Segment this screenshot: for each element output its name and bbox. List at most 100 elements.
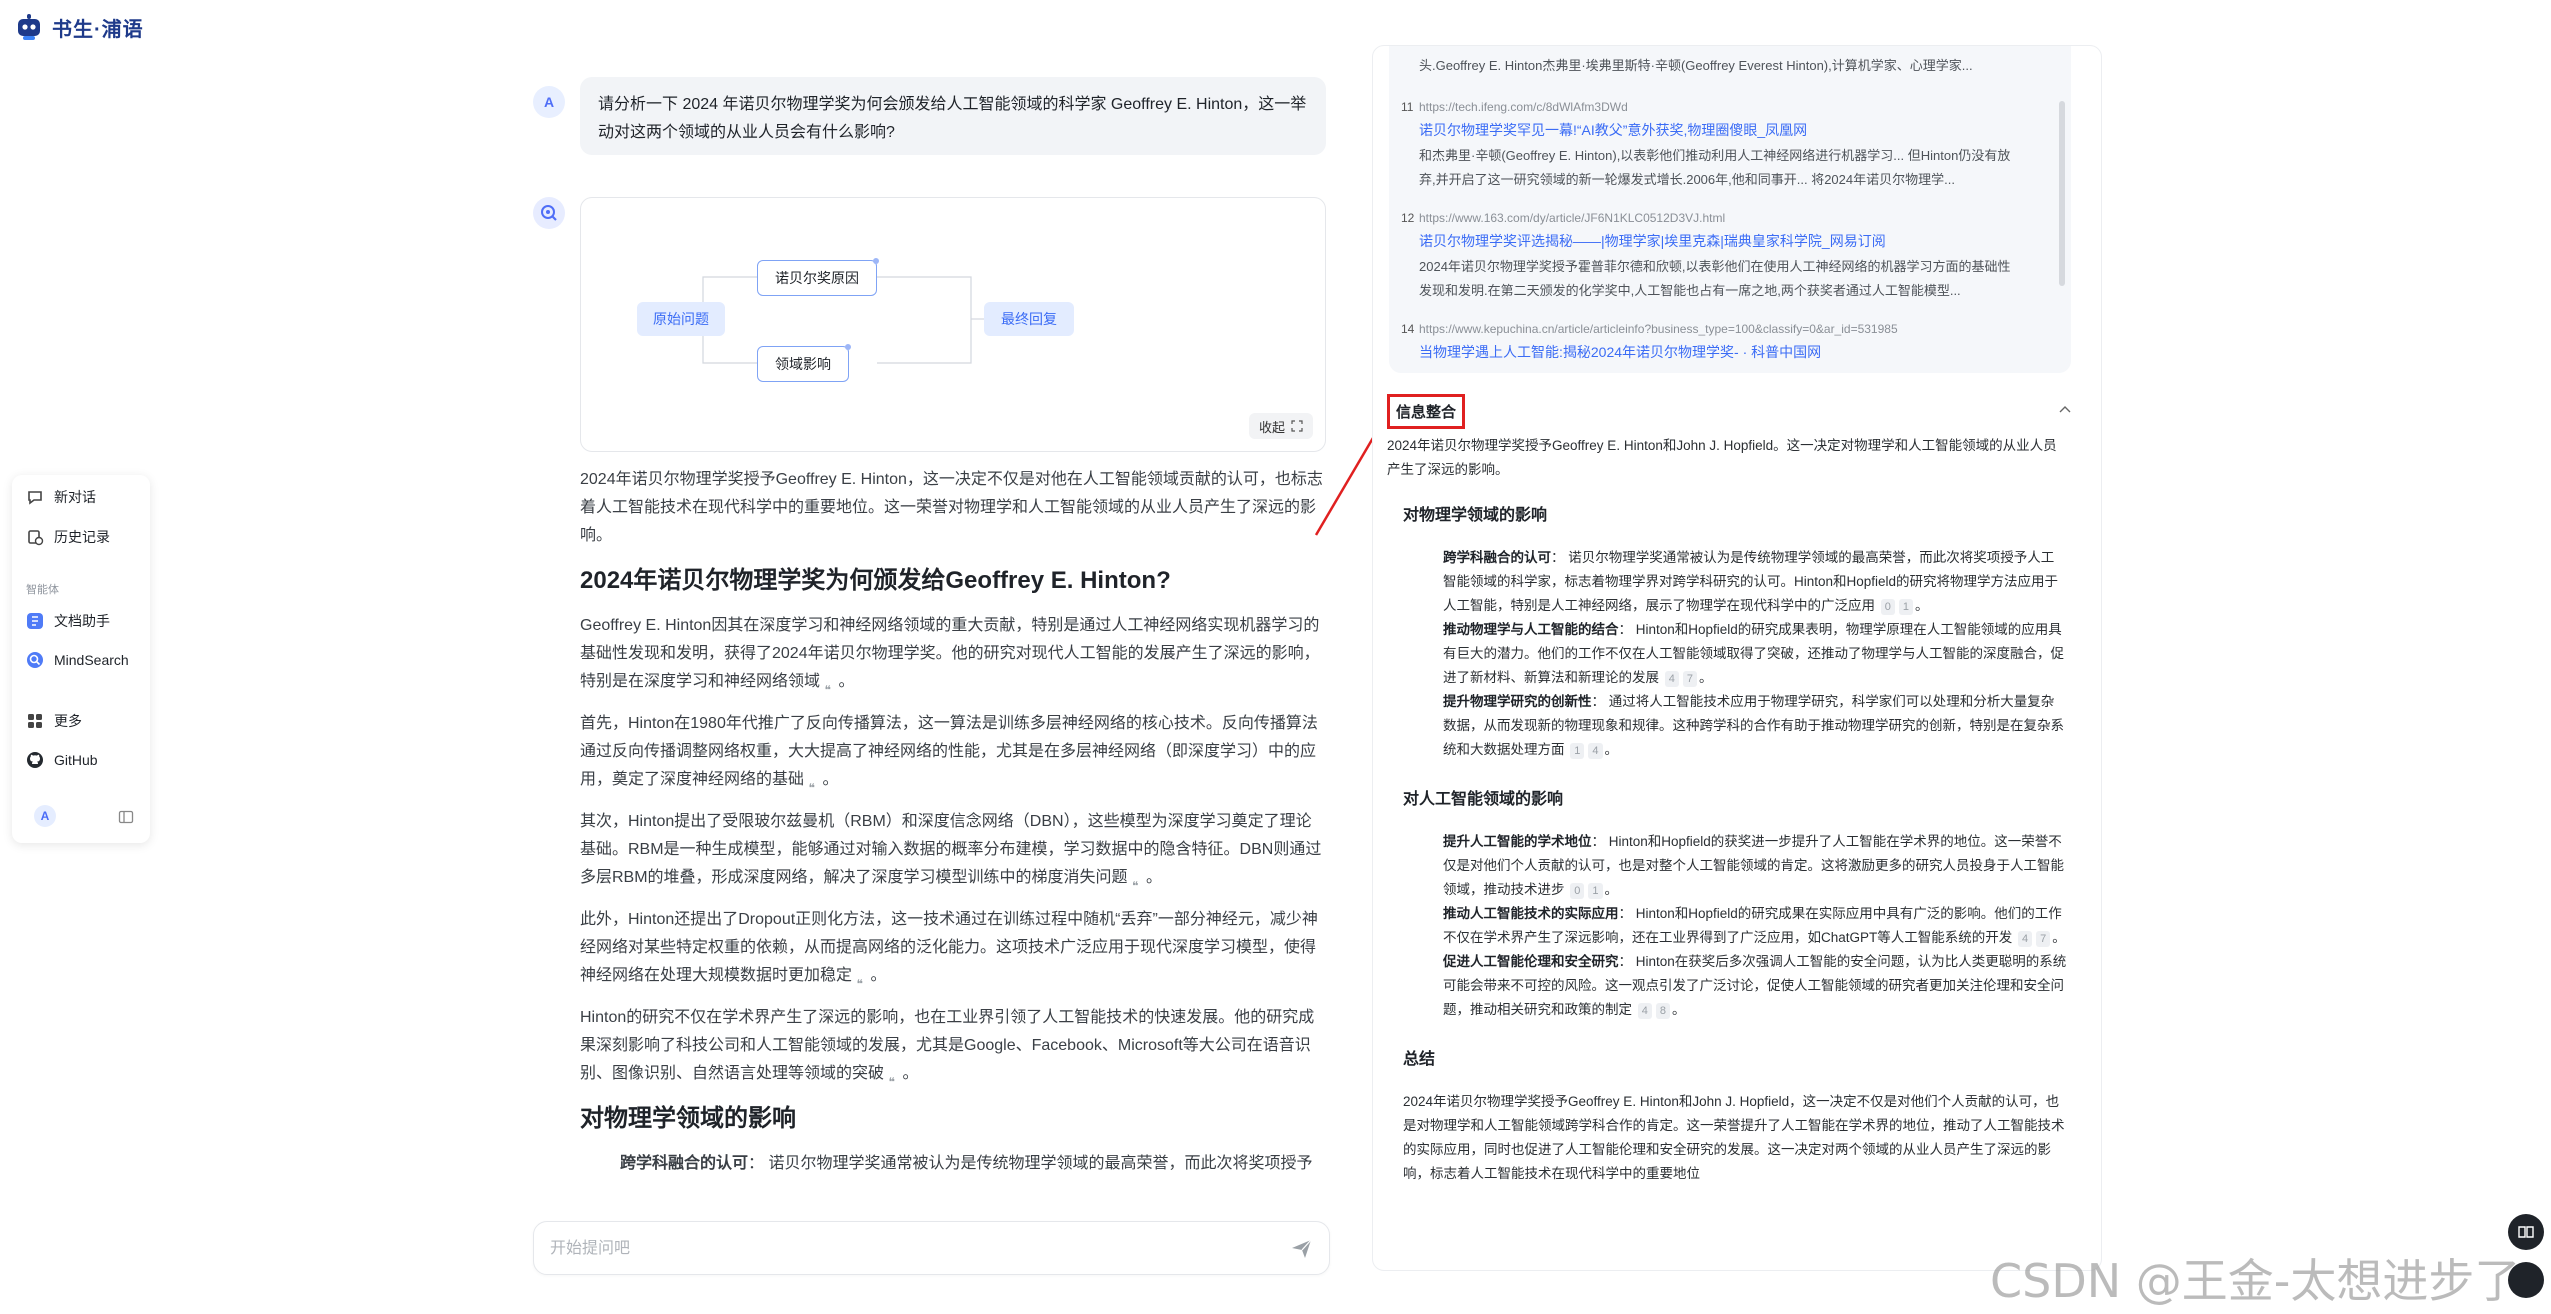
sidebar-item-mindsearch[interactable]: MindSearch [26,651,129,669]
citation-badge[interactable]: 7 [1682,671,1698,687]
source-url: https://tech.ifeng.com/c/8dWlAfm3DWd [1419,100,1628,114]
source-snippet: 和杰弗里·辛顿(Geoffrey E. Hinton),以表彰他们推动利用人工神… [1419,148,2011,187]
citation-badge[interactable]: 1 [1898,599,1914,615]
book-icon [2518,1226,2534,1238]
mindsearch-icon [541,205,557,221]
citation-badge[interactable]: 4 [2018,931,2033,947]
answer-paragraph: 其次，Hinton提出了受限玻尔兹曼机（RBM）和深度信念网络（DBN），这些模… [580,813,1322,893]
integration-section-title: 对人工智能领域的影响 [1403,791,1564,808]
collapse-sidebar-icon[interactable] [118,809,134,825]
quote-citation-icon[interactable]: ❝ [888,1068,902,1089]
quote-citation-icon[interactable]: ❝ [1132,872,1146,893]
sources-list: 头.Geoffrey E. Hinton杰弗里·埃弗里斯特·辛顿(Geoffre… [1389,46,2071,373]
collapse-label: 收起 [1258,419,1285,435]
graph-node-origin[interactable]: 原始问题 [637,302,725,336]
bullet-text: ： 诺贝尔物理学奖通常被认为是传统物理学领域的最高荣誉，而此次将奖项授予 [748,1155,1313,1172]
quote-citation-icon[interactable]: ❝ [856,970,870,991]
user-avatar: A [533,86,565,118]
assistant-avatar [533,197,565,229]
item-label: 提升人工智能的学术地位 [1443,834,1592,849]
citation-badge[interactable]: 0 [1880,599,1895,615]
sidebar-label: 文档助手 [54,613,110,629]
collapse-graph-button[interactable]: 收起 [1248,413,1313,439]
node-label: 诺贝尔奖原因 [775,270,859,286]
history-icon [28,530,44,546]
chat-input-bar [533,1221,1330,1275]
quote-citation-icon[interactable]: ❝ [808,774,822,795]
assistant-answer: 2024年诺贝尔物理学奖授予Geoffrey E. Hinton，这一决定不仅是… [580,466,1326,1178]
citation-badge[interactable]: 4 [1588,743,1603,759]
bullet-label: 跨学科融合的认可 [620,1155,749,1172]
sidebar-item-more[interactable]: 更多 [26,711,82,731]
chat-input[interactable] [548,1234,1252,1264]
citation-badge[interactable]: 4 [1637,1003,1652,1019]
graph-node-final[interactable]: 最终回复 [984,302,1074,336]
citation-badge[interactable]: 8 [1655,1003,1671,1019]
item-label: 推动物理学与人工智能的结合 [1443,622,1619,637]
sidebar-label: 新对话 [54,489,96,505]
integration-item: 推动人工智能技术的实际应用： Hinton和Hopfield的研究成果在实际应用… [1443,906,2066,947]
citation-badge[interactable]: 1 [1588,883,1603,899]
integration-intro: 2024年诺贝尔物理学奖授予Geoffrey E. Hinton和John J.… [1387,438,2057,477]
expand-icon [1291,420,1303,432]
sidebar-label: 更多 [54,713,82,729]
node-label: 最终回复 [1001,311,1057,327]
node-label: 领域影响 [775,356,831,372]
sidebar-label: GitHub [54,752,98,768]
sidebar-item-new-chat[interactable]: 新对话 [26,487,96,507]
sidebar-item-history[interactable]: 历史记录 [26,527,110,547]
source-snippet: 2024年诺贝尔物理学奖授予霍普菲尔德和欣顿,以表彰他们在使用人工神经网络的机器… [1419,259,2011,298]
source-number: 11 [1401,100,1414,114]
integration-section-title: 总结 [1403,1051,1436,1068]
node-label: 原始问题 [653,311,709,327]
info-integration-heading: 信息整合 [1387,394,1466,429]
chevron-up-icon[interactable] [2059,404,2071,416]
chat-bubble-icon [28,491,42,505]
logo-text: 书生·浦语 [52,18,144,41]
sidebar-item-doc-assistant[interactable]: 文档助手 [26,611,110,631]
item-label: 推动人工智能技术的实际应用 [1443,906,1619,921]
grid-icon [28,714,42,728]
left-sidebar: 新对话 历史记录 智能体 文档助手 MindSearch 更多 GitHub A [12,475,150,843]
integration-item: 提升人工智能的学术地位： Hinton和Hopfield的获奖进一步提升了人工智… [1443,834,2064,899]
paragraph-text: Geoffrey E. Hinton因其在深度学习和神经网络领域的重大贡献，特别… [580,617,1320,690]
citation-badge[interactable]: 7 [2036,931,2051,947]
answer-heading-2: 对物理学领域的影响 [580,1105,796,1132]
item-label: 促进人工智能伦理和安全研究 [1443,954,1619,969]
sources-scrollbar[interactable] [2059,101,2065,286]
citation-badge[interactable]: 1 [1570,743,1585,759]
source-title-link[interactable]: 诺贝尔物理学奖评选揭秘——|物理学家|埃里克森|瑞典皇家科学院_网易订阅 [1419,231,1886,251]
node-status-dot [845,344,851,350]
sidebar-label: 历史记录 [54,529,110,545]
paragraph-text: 其次，Hinton提出了受限玻尔兹曼机（RBM）和深度信念网络（DBN），这些模… [580,813,1322,886]
answer-heading-1: 2024年诺贝尔物理学奖为何颁发给Geoffrey E. Hinton? [580,567,1171,594]
citation-badge[interactable]: 4 [1664,671,1679,687]
user-avatar-small[interactable]: A [34,805,56,827]
source-title-link[interactable]: 诺贝尔物理学奖罕见一幕!“AI教父”意外获奖,物理圈傻眼_凤凰网 [1419,120,1807,140]
sidebar-label: MindSearch [54,652,129,668]
answer-paragraph: 此外，Hinton还提出了Dropout正则化方法，这一技术通过在训练过程中随机… [580,911,1318,991]
citation-badge[interactable]: 0 [1570,883,1585,899]
sidebar-item-github[interactable]: GitHub [26,751,98,769]
source-number: 14 [1401,322,1415,336]
paragraph-text: 此外，Hinton还提出了Dropout正则化方法，这一技术通过在训练过程中随机… [580,911,1318,984]
send-icon[interactable] [1289,1236,1315,1262]
graph-node-reason[interactable]: 诺贝尔奖原因 [757,258,879,296]
search-result-panel: 头.Geoffrey E. Hinton杰弗里·埃弗里斯特·辛顿(Geoffre… [1372,45,2102,1271]
source-title-link[interactable]: 当物理学遇上人工智能:揭秘2024年诺贝尔物理学奖- · 科普中国网 [1419,342,1821,362]
integration-item: 促进人工智能伦理和安全研究： Hinton在获奖后多次强调人工智能的安全问题，认… [1443,954,2067,1019]
integration-summary: 2024年诺贝尔物理学奖授予Geoffrey E. Hinton和John J.… [1403,1094,2065,1181]
source-number: 12 [1401,211,1415,225]
robot-logo-icon [18,14,40,40]
app-logo[interactable]: 书生·浦语 [14,12,144,42]
answer-paragraph: 首先，Hinton在1980年代推广了反向传播算法，这一算法是训练多层神经网络的… [580,715,1318,795]
sidebar-section-agents: 智能体 [26,584,59,596]
answer-paragraph: Hinton的研究不仅在学术界产生了深远的影响，也在工业界引领了人工智能技术的快… [580,1009,1315,1089]
mindsearch-icon [27,652,43,668]
answer-paragraph: Geoffrey E. Hinton因其在深度学习和神经网络领域的重大贡献，特别… [580,617,1320,697]
integration-content: 2024年诺贝尔物理学奖授予Geoffrey E. Hinton和John J.… [1387,434,2067,1186]
graph-node-impact[interactable]: 领域影响 [757,344,851,382]
paragraph-text: 首先，Hinton在1980年代推广了反向传播算法，这一算法是训练多层神经网络的… [580,715,1318,788]
search-graph-card: 原始问题 诺贝尔奖原因 领域影响 最终回复 收起 [580,197,1326,452]
quote-citation-icon[interactable]: ❝ [824,676,838,697]
